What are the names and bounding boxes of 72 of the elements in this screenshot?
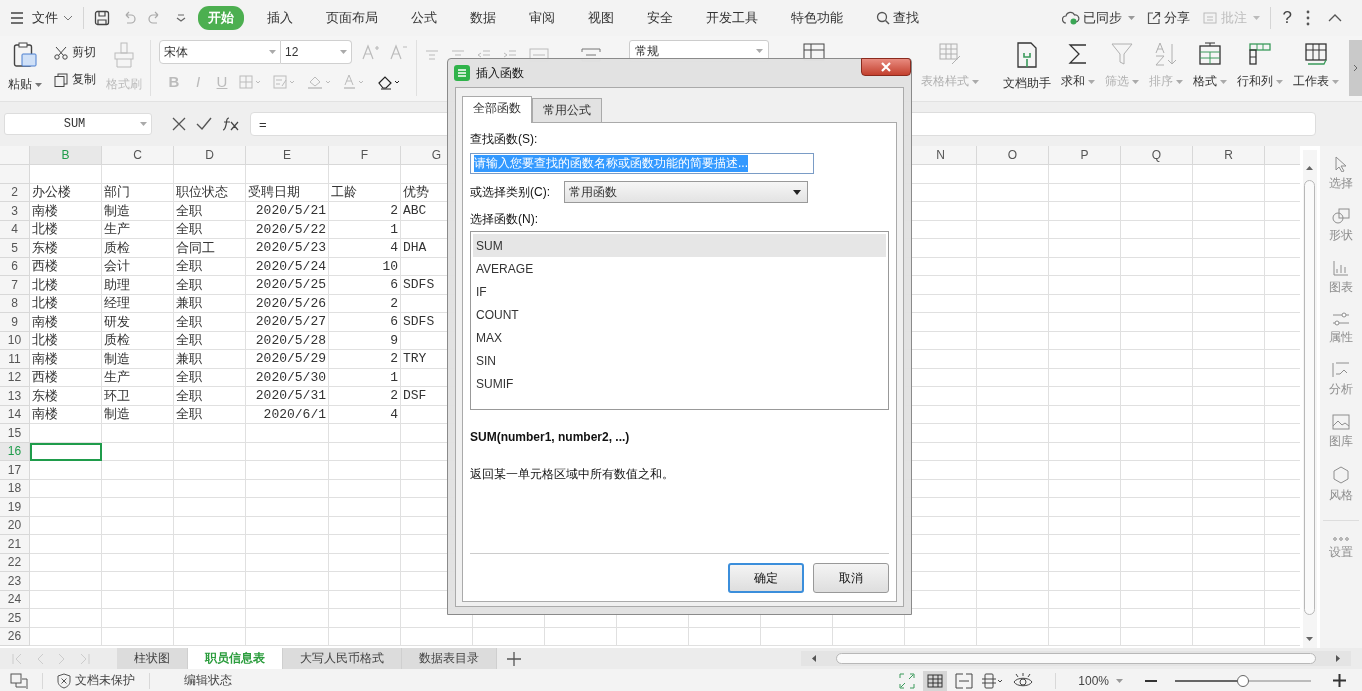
search-label: 查找函数(S): [470, 131, 539, 148]
function-signature: SUM(number1, number2, ...) [470, 430, 631, 445]
table-cell: 兼职 [174, 350, 246, 369]
table-cell: 生产 [102, 368, 174, 387]
table-cell: 受聘日期 [246, 183, 329, 202]
dialog-title: 插入函数 [476, 64, 524, 82]
table-cell: 环卫 [102, 387, 174, 406]
table-cell: 2020/5/21 [246, 202, 329, 221]
table-cell: 南楼 [30, 350, 102, 369]
table-cell: 西楼 [30, 368, 102, 387]
table-cell: 北楼 [30, 276, 102, 295]
table-cell: 2020/5/26 [246, 294, 329, 313]
table-cell: 制造 [102, 350, 174, 369]
table-cell: 全职 [174, 331, 246, 350]
table-cell: 工龄 [329, 183, 401, 202]
table-cell: 南楼 [30, 405, 102, 424]
table-cell: 全职 [174, 368, 246, 387]
table-cell: 2020/5/22 [246, 220, 329, 239]
table-cell: 生产 [102, 220, 174, 239]
table-cell: 南楼 [30, 313, 102, 332]
table-cell: 西楼 [30, 257, 102, 276]
table-cell: 全职 [174, 202, 246, 221]
table-cell: 北楼 [30, 294, 102, 313]
table-cell: 4 [329, 405, 401, 424]
table-cell: 2020/5/29 [246, 350, 329, 369]
table-cell: 北楼 [30, 220, 102, 239]
table-cell: 东楼 [30, 239, 102, 258]
table-cell: 2020/5/27 [246, 313, 329, 332]
table-cell: 制造 [102, 405, 174, 424]
table-cell: 北楼 [30, 331, 102, 350]
table-cell: 助理 [102, 276, 174, 295]
table-cell: 1 [329, 368, 401, 387]
table-cell: 质检 [102, 239, 174, 258]
table-cell: 2020/5/28 [246, 331, 329, 350]
table-cell: 质检 [102, 331, 174, 350]
table-cell: 2 [329, 294, 401, 313]
table-cell: 全职 [174, 220, 246, 239]
table-cell: 兼职 [174, 294, 246, 313]
table-cell: 2020/5/24 [246, 257, 329, 276]
table-cell: 制造 [102, 202, 174, 221]
table-cell: 部门 [102, 183, 174, 202]
table-cell: 全职 [174, 313, 246, 332]
category-label: 或选择类别(C): [470, 183, 550, 201]
table-cell: 全职 [174, 276, 246, 295]
table-cell: 2 [329, 202, 401, 221]
table-cell: 6 [329, 313, 401, 332]
table-cell: 办公楼 [30, 183, 102, 202]
table-cell: 2020/6/1 [246, 405, 329, 424]
table-cell: 2020/5/30 [246, 368, 329, 387]
table-cell: 10 [329, 257, 401, 276]
function-description: 返回某一单元格区域中所有数值之和。 [470, 466, 675, 484]
table-cell: 2 [329, 350, 401, 369]
edit-status: 编辑状态 [184, 672, 232, 689]
table-cell: 东楼 [30, 387, 102, 406]
table-cell: 经理 [102, 294, 174, 313]
table-cell: 职位状态 [174, 183, 246, 202]
table-cell: 全职 [174, 405, 246, 424]
function-list-label: 选择函数(N): [470, 211, 539, 228]
table-cell: 2020/5/25 [246, 276, 329, 295]
table-cell: 6 [329, 276, 401, 295]
table-cell: 2020/5/31 [246, 387, 329, 406]
table-cell: 研发 [102, 313, 174, 332]
table-cell: 合同工 [174, 239, 246, 258]
table-cell: 南楼 [30, 202, 102, 221]
table-cell: 4 [329, 239, 401, 258]
table-cell: 2020/5/23 [246, 239, 329, 258]
table-cell: 9 [329, 331, 401, 350]
table-cell: 1 [329, 220, 401, 239]
table-cell: 全职 [174, 387, 246, 406]
table-cell: 2 [329, 387, 401, 406]
table-cell: 全职 [174, 257, 246, 276]
table-cell: 会计 [102, 257, 174, 276]
